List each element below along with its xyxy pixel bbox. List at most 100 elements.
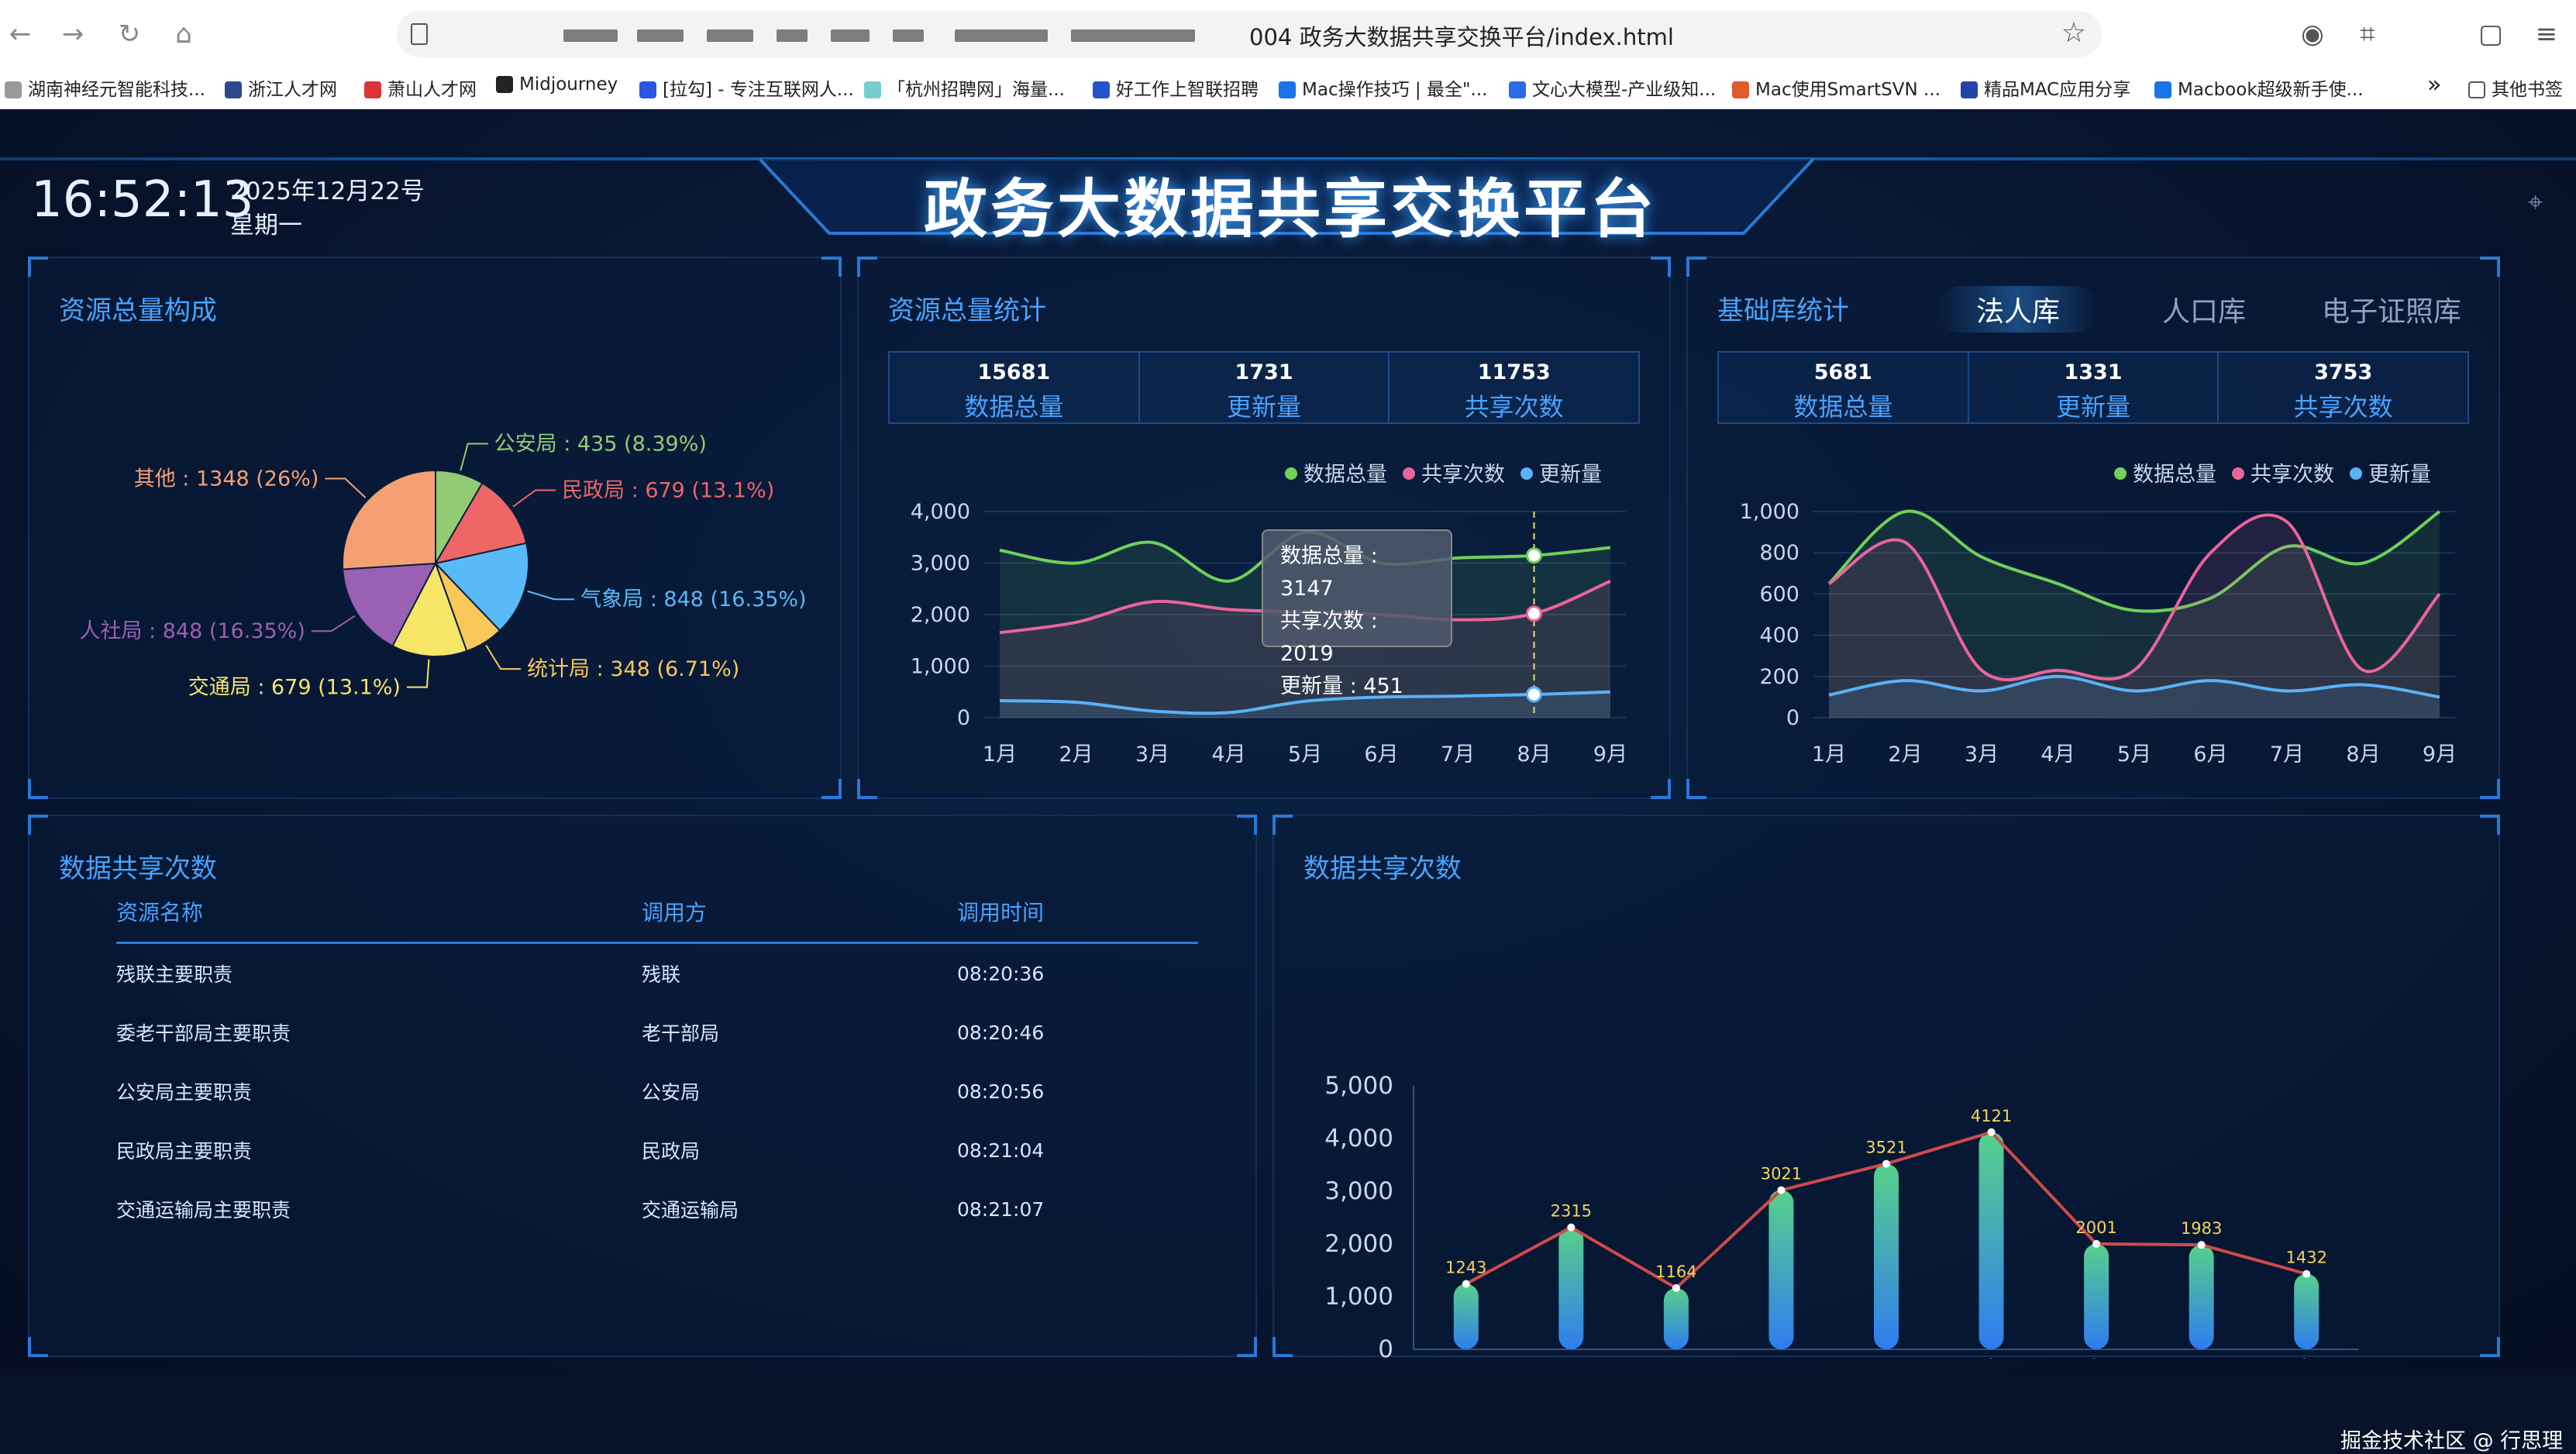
dashboard: 政务大数据共享交换平台 16:52:13 2025年12月22号 星期一 ⌖ 资…	[0, 109, 2576, 1453]
bar	[1453, 1283, 1479, 1349]
pie-label: 气象局 : 848 (16.35%)	[580, 587, 806, 612]
bar	[1663, 1287, 1689, 1349]
back-icon[interactable]: ←	[3, 17, 37, 51]
date-block: 2025年12月22号 星期一	[230, 174, 425, 243]
pie-leader-line	[485, 644, 522, 670]
forward-icon[interactable]: →	[56, 17, 90, 51]
x-tick-label: 5月	[2117, 743, 2151, 767]
x-tick-label: 二	[1561, 1357, 1582, 1359]
bar	[1768, 1190, 1794, 1349]
home-icon[interactable]: ⌂	[167, 17, 201, 51]
pie-label: 人社局 : 848 (16.35%)	[79, 619, 305, 643]
bookmark[interactable]: 精品MAC应用分享	[1961, 74, 2130, 101]
y-tick-label: 800	[1759, 541, 1799, 565]
bookmark[interactable]: Mac操作技巧 | 最全"...	[1279, 74, 1487, 101]
pie-leader-line	[311, 615, 356, 632]
panel-base-library: 基础库统计 法人库 人口库 电子证照库 5681 数据总量 1331 更新量 375…	[1686, 257, 2500, 799]
profile-icon[interactable]: ◉	[2295, 17, 2330, 51]
y-tick-label: 4,000	[1324, 1125, 1393, 1153]
x-tick-label: 7月	[2270, 743, 2304, 767]
pie-leader-line	[406, 659, 430, 688]
x-tick-label: 5月	[1288, 743, 1322, 767]
trend-point	[2092, 1239, 2101, 1248]
x-tick-label: 4月	[2040, 743, 2075, 767]
data-label: 2001	[2075, 1218, 2116, 1237]
data-label: 4121	[1971, 1107, 2012, 1125]
trend-point	[1462, 1280, 1470, 1288]
x-tick-label: 八	[2191, 1357, 2212, 1359]
trend-point	[1777, 1186, 1786, 1194]
y-tick-label: 1,000	[1324, 1283, 1393, 1311]
legend-label: 更新量	[2368, 463, 2431, 487]
line-chart-base[interactable]: 0 200 400 600 800 1,000 1月 2月 3月 4月 5月 6月 7月 8月 9月 数据总量…	[1688, 258, 2502, 801]
chevron-right-icon[interactable]: »	[2427, 71, 2441, 98]
bookmark[interactable]: 「杭州招聘网」海量...	[864, 74, 1065, 101]
pie-leader-line	[460, 443, 488, 471]
table-row[interactable]: 交通运输局主要职责 交通运输局 08:21:07	[116, 1180, 1198, 1239]
table-header: 资源名称 调用方 调用时间	[116, 898, 1198, 944]
x-tick-label: 1月	[983, 743, 1017, 767]
bar	[2294, 1273, 2319, 1349]
bookmark[interactable]: 好工作上智联招聘	[1093, 74, 1259, 101]
x-tick-label: 七	[2086, 1357, 2107, 1359]
bar-chart: 01,0002,0003,0004,0005,000一月二月三月四月五月六月七月…	[1324, 1072, 2359, 1359]
y-tick-label: 0	[957, 706, 970, 730]
bookmark[interactable]: 文心大模型-产业级知...	[1509, 74, 1716, 101]
x-tick-label: 九	[2296, 1357, 2317, 1359]
x-tick-label: 1月	[1812, 743, 1846, 767]
x-tick-label: 7月	[1441, 743, 1475, 767]
y-tick-label: 1,000	[911, 655, 970, 679]
bookmark[interactable]: [拉勾] - 专注互联网人...	[639, 74, 854, 101]
trend-point	[1567, 1223, 1576, 1232]
page-icon	[411, 23, 428, 45]
location-pin-icon[interactable]: ⌖	[2528, 187, 2559, 218]
x-tick-label: 8月	[2346, 743, 2380, 767]
bar	[1874, 1163, 1899, 1349]
data-label: 1164	[1655, 1263, 1696, 1281]
bookmark[interactable]: Midjourney	[496, 74, 618, 95]
pie-chart: 公安局 : 435 (8.39%) 民政局 : 679 (13.1%) 气象局 : …	[79, 432, 806, 700]
panel-share-table: 数据共享次数 资源名称 调用方 调用时间 残联主要职责 残联 08:20:36 委老干部…	[28, 815, 1257, 1357]
x-tick-label: 2月	[1059, 743, 1093, 767]
trend-point	[1672, 1283, 1680, 1292]
hover-point	[1526, 605, 1542, 622]
bookmark[interactable]: Mac使用SmartSVN ...	[1732, 74, 1941, 101]
trend-point	[1987, 1128, 1996, 1136]
watermark: 掘金技术社区 @ 行思理	[2340, 1429, 2564, 1453]
pie-label: 交通局 : 679 (13.1%)	[188, 676, 401, 700]
data-label: 1983	[2181, 1219, 2222, 1238]
table-row[interactable]: 残联主要职责 残联 08:20:36	[116, 944, 1198, 1003]
data-label: 1243	[1445, 1258, 1486, 1277]
extension-icon[interactable]: ▢	[2474, 17, 2508, 51]
table-row[interactable]: 委老干部局主要职责 老干部局 08:20:46	[116, 1003, 1198, 1062]
bookmark[interactable]: 浙江人才网	[225, 74, 337, 101]
y-tick-label: 200	[1759, 665, 1799, 689]
page-title: 政务大数据共享交换平台	[923, 173, 1657, 246]
table-row[interactable]: 民政局主要职责 民政局 08:21:04	[116, 1121, 1198, 1180]
pie-label: 民政局 : 679 (13.1%)	[562, 478, 774, 502]
bookmark[interactable]: Macbook超级新手使...	[2154, 74, 2364, 101]
hover-point	[1526, 547, 1542, 564]
trend-point	[2197, 1241, 2206, 1249]
address-bar[interactable]: 004 政务大数据共享交换平台/index.html ☆	[397, 11, 2102, 57]
reload-icon[interactable]: ↻	[112, 17, 146, 51]
y-tick-label: 0	[1786, 706, 1799, 730]
table-row[interactable]: 公安局主要职责 公安局 08:20:56	[116, 1062, 1198, 1121]
legend-label: 共享次数	[1421, 463, 1505, 487]
y-tick-label: 0	[1378, 1335, 1393, 1359]
pie-label: 公安局 : 435 (8.39%)	[494, 432, 707, 457]
pie-leader-line	[527, 590, 575, 601]
legend-label: 数据总量	[1303, 463, 1387, 487]
menu-icon[interactable]: ≡	[2530, 17, 2564, 51]
panel-resource-composition: 资源总量构成 公安局 : 435 (8.39%) 民政局 : 679 (13.1%…	[28, 257, 842, 799]
bookmark[interactable]: 萧山人才网	[364, 74, 477, 101]
bar	[2189, 1245, 2214, 1349]
bookmark-folder[interactable]: 其他书签	[2468, 74, 2563, 101]
bookmark[interactable]: 湖南神经元智能科技...	[5, 74, 205, 101]
x-tick-label: 4月	[1211, 743, 1245, 767]
y-tick-label: 600	[1759, 582, 1799, 606]
star-icon[interactable]: ☆	[2061, 17, 2086, 49]
weekday-text: 星期一	[230, 212, 302, 239]
y-tick-label: 4,000	[911, 500, 970, 524]
crop-icon[interactable]: ⌗	[2350, 17, 2385, 51]
